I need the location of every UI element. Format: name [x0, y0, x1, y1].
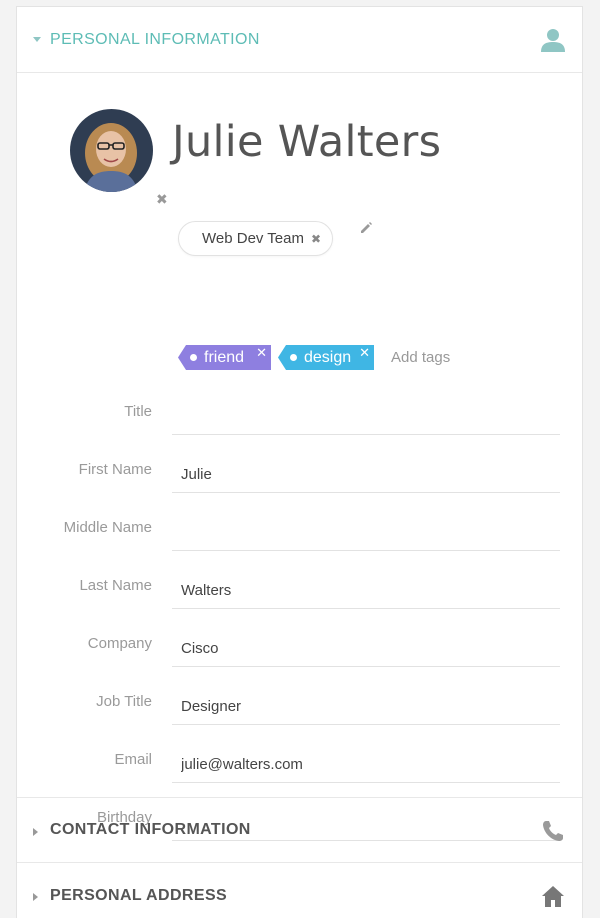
remove-tag-icon[interactable]: ✕	[256, 345, 267, 361]
personal-information-body: ✖ Julie Walters Web Dev Team ✖ friend ✕ …	[17, 73, 582, 841]
team-label: Web Dev Team	[202, 230, 304, 247]
field-middle-name: Middle Name	[17, 511, 582, 551]
contact-card: PERSONAL INFORMATION ✖ Julie Walters Web…	[16, 6, 583, 918]
field-label: Last Name	[79, 577, 152, 594]
section-title: CONTACT INFORMATION	[50, 821, 251, 838]
tag-label: friend	[204, 348, 245, 366]
person-icon	[541, 29, 565, 52]
home-icon	[542, 886, 564, 907]
field-label: Company	[87, 635, 152, 652]
field-last-name: Last Name	[17, 569, 582, 609]
first-name-input[interactable]	[172, 453, 560, 493]
phone-icon	[543, 821, 563, 841]
section-header-personal-address[interactable]: PERSONAL ADDRESS	[17, 863, 582, 918]
tag-friend[interactable]: friend ✕	[178, 345, 271, 370]
tag-dot-icon	[290, 354, 297, 361]
tag-dot-icon	[190, 354, 197, 361]
field-label: Middle Name	[63, 519, 152, 536]
last-name-input[interactable]	[172, 569, 560, 609]
remove-team-icon[interactable]: ✖	[311, 232, 321, 246]
field-company: Company	[17, 627, 582, 667]
team-pill[interactable]: Web Dev Team ✖	[178, 221, 333, 256]
caret-down-icon[interactable]	[33, 37, 41, 42]
contact-name[interactable]: Julie Walters	[172, 117, 441, 167]
field-first-name: First Name	[17, 453, 582, 493]
section-title: PERSONAL INFORMATION	[50, 30, 260, 48]
section-header-contact-information[interactable]: CONTACT INFORMATION	[17, 797, 582, 863]
section-title: PERSONAL ADDRESS	[50, 887, 228, 904]
field-label: First Name	[78, 461, 152, 478]
avatar-image	[70, 109, 153, 192]
company-input[interactable]	[172, 627, 560, 667]
avatar[interactable]	[70, 109, 153, 192]
middle-name-input[interactable]	[172, 511, 560, 551]
caret-right-icon[interactable]	[33, 893, 38, 901]
field-label: Job Title	[96, 693, 152, 710]
title-input[interactable]	[172, 395, 560, 435]
field-title: Title	[17, 395, 582, 435]
tag-design[interactable]: design ✕	[278, 345, 374, 370]
field-email: Email	[17, 743, 582, 783]
add-tags-input[interactable]: Add tags	[391, 349, 450, 366]
tag-label: design	[304, 348, 352, 366]
field-job-title: Job Title	[17, 685, 582, 725]
remove-tag-icon[interactable]: ✕	[359, 345, 370, 361]
section-header-personal-information[interactable]: PERSONAL INFORMATION	[17, 7, 582, 73]
remove-avatar-icon[interactable]: ✖	[156, 191, 168, 208]
caret-right-icon[interactable]	[33, 828, 38, 836]
pencil-icon[interactable]	[359, 221, 373, 235]
field-label: Title	[124, 403, 152, 420]
email-input[interactable]	[172, 743, 560, 783]
job-title-input[interactable]	[172, 685, 560, 725]
field-label: Email	[114, 751, 152, 768]
